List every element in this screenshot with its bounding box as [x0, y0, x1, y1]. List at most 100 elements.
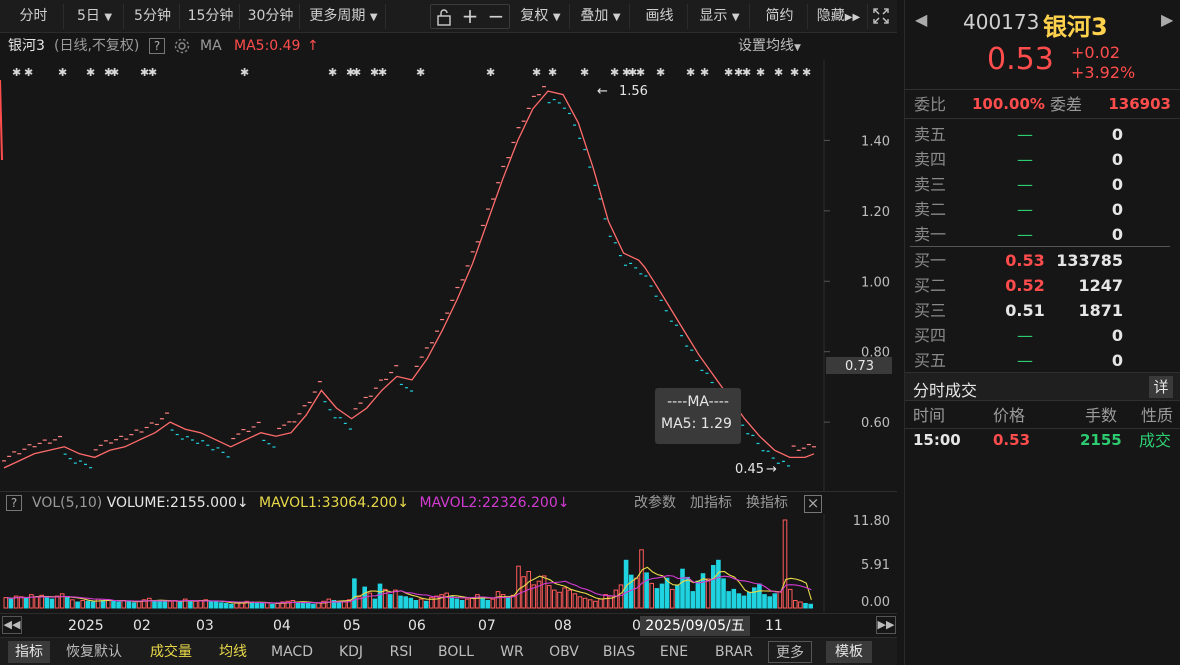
trades-detail-button[interactable]: 详	[1149, 376, 1173, 398]
time-label: 08	[554, 618, 572, 634]
ask-price: —	[1017, 125, 1033, 144]
volume-bar	[757, 583, 762, 609]
volume-bar	[80, 600, 86, 609]
event-marker-icon: ✱	[486, 66, 495, 79]
ma-settings-button[interactable]: 设置均线▼	[738, 36, 801, 56]
adjust-button[interactable]: 复权 ▼	[512, 4, 570, 29]
period-toolbar: 分时 5日 ▼ 5分钟 15分钟 30分钟 更多周期 ▼ + − 复权 ▼ 叠加…	[0, 0, 897, 33]
price-tick-label: 0.60	[861, 416, 890, 431]
volume-bar	[388, 594, 393, 609]
volume-bar	[695, 580, 701, 609]
high-arrow-icon: ←	[597, 84, 608, 99]
volume-bar	[100, 600, 106, 609]
simple-button[interactable]: 简约	[752, 4, 808, 29]
ask-row: 卖一 — 0	[905, 222, 1180, 247]
bid-volume: 1871	[1078, 301, 1123, 320]
settings-gear-icon[interactable]	[173, 36, 191, 56]
more-periods-button[interactable]: 更多周期 ▼	[302, 4, 386, 29]
edit-params-button[interactable]: 改参数	[634, 494, 676, 512]
volume-bar	[736, 593, 742, 609]
kline-chart[interactable]: ✱ ✱ ✱ ✱ ✱✱ ✱✱ ✱ ✱ ✱✱ ✱✱ ✱ ✱ ✱ ✱ ✱ ✱ ✱✱✱ ✱ ✱ ✱ ✱ ✱✱ ✱ ✱ ✱ ✱ 1.40 1.…	[0, 60, 897, 492]
tab-macd[interactable]: MACD	[264, 641, 320, 663]
ask-label: 卖五	[914, 125, 947, 144]
zoom-in-icon[interactable]: +	[458, 4, 482, 29]
tab-wr[interactable]: WR	[492, 641, 532, 663]
fullscreen-icon[interactable]	[869, 4, 893, 29]
display-button[interactable]: 显示 ▼	[690, 4, 750, 29]
event-marker-icon: ✱	[352, 66, 361, 79]
scroll-left-icon[interactable]: ◀◀	[2, 616, 22, 634]
chevron-down-icon: ▼	[104, 12, 113, 23]
help-icon[interactable]: ?	[149, 38, 165, 54]
scroll-right-icon[interactable]: ▶▶	[876, 616, 896, 634]
volume-bar	[782, 519, 788, 609]
tab-obv[interactable]: OBV	[542, 641, 586, 663]
volume-bar	[464, 598, 470, 609]
zoom-out-icon[interactable]: −	[484, 4, 508, 29]
volume-bar	[85, 600, 91, 609]
close-icon[interactable]: ×	[804, 495, 822, 513]
pane-divider	[0, 491, 897, 492]
overlay-button[interactable]: 叠加 ▼	[572, 4, 630, 29]
volume-bar	[731, 588, 737, 609]
period-30min[interactable]: 30分钟	[242, 4, 300, 29]
volume-bar	[254, 602, 260, 609]
volume-bar	[377, 583, 383, 609]
volume-bar	[628, 574, 634, 609]
volume-bar	[572, 593, 578, 609]
tab-kdj[interactable]: KDJ	[330, 641, 372, 663]
add-indicator-button[interactable]: 加指标	[690, 494, 732, 512]
volume-bar	[567, 589, 573, 609]
period-5min[interactable]: 5分钟	[126, 4, 180, 29]
hide-button[interactable]: 隐藏▶▶	[810, 4, 868, 29]
period-15min[interactable]: 15分钟	[182, 4, 240, 29]
prev-stock-icon[interactable]: ◀	[915, 10, 927, 29]
volume-bar	[352, 578, 357, 609]
volume-bar	[177, 600, 183, 609]
draw-button[interactable]: 画线	[632, 4, 688, 29]
tab-bias[interactable]: BIAS	[596, 641, 642, 663]
volume-bar	[541, 575, 547, 609]
volume-bar	[762, 594, 767, 609]
bid-row: 买五 — 0	[905, 348, 1180, 373]
period-intraday[interactable]: 分时	[4, 4, 64, 29]
next-stock-icon[interactable]: ▶	[1161, 10, 1173, 29]
volume-bar	[459, 600, 465, 609]
volume-bar	[664, 577, 670, 609]
tab-volume[interactable]: 成交量	[140, 641, 202, 663]
volume-bar	[162, 601, 167, 609]
tab-template[interactable]: 模板	[826, 641, 872, 663]
volume-bar	[808, 603, 814, 609]
volume-help-icon[interactable]: ?	[6, 495, 22, 511]
period-5day[interactable]: 5日 ▼	[66, 4, 124, 29]
volume-bar	[470, 597, 475, 609]
tab-restore-default[interactable]: 恢复默认	[58, 641, 130, 663]
indicator-tabs: 指标 恢复默认 成交量 均线 MACD KDJ RSI BOLL WR OBV …	[0, 637, 897, 665]
tab-ene[interactable]: ENE	[652, 641, 696, 663]
tab-rsi[interactable]: RSI	[382, 641, 420, 663]
tab-more[interactable]: 更多	[768, 641, 812, 663]
volume-bar	[3, 597, 9, 609]
ask-price: —	[1017, 225, 1033, 244]
volume-bar	[306, 603, 311, 609]
event-marker-icon: ✱	[580, 66, 589, 79]
time-label: 04	[273, 618, 291, 634]
volume-bar	[152, 600, 157, 609]
low-arrow-icon: →	[766, 462, 777, 477]
volume-bar	[582, 597, 588, 609]
volume-bar	[167, 600, 173, 609]
chart-edge-marker	[0, 79, 3, 161]
tab-brar[interactable]: BRAR	[706, 641, 762, 663]
tab-boll[interactable]: BOLL	[430, 641, 482, 663]
unlock-icon[interactable]	[432, 4, 456, 29]
tab-indicators[interactable]: 指标	[8, 641, 50, 663]
trade-price: 0.53	[993, 431, 1031, 449]
switch-indicator-button[interactable]: 换指标	[746, 494, 788, 512]
event-marker-icon: ✱	[240, 66, 249, 79]
divider	[910, 246, 1170, 247]
price-change: +0.02	[1071, 43, 1121, 62]
volume-axis: 11.80 5.91 0.00	[853, 514, 890, 610]
volume-chart[interactable]: 11.80 5.91 0.00	[0, 514, 897, 612]
tab-ma[interactable]: 均线	[210, 641, 256, 663]
tooltip-title: ----MA----	[667, 394, 729, 410]
